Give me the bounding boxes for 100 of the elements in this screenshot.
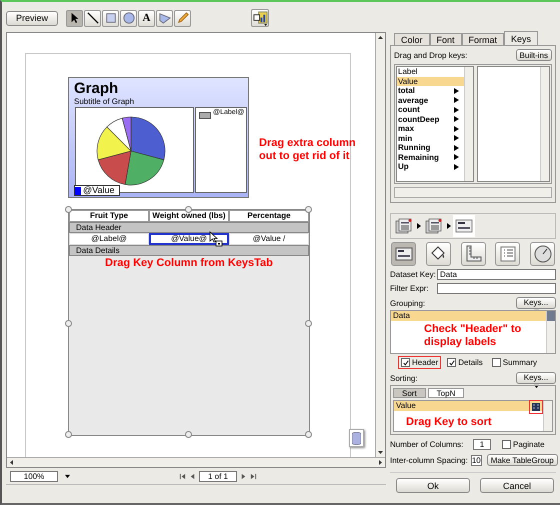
resize-handle[interactable]	[185, 206, 192, 213]
table-cell[interactable]: @Value /	[229, 233, 309, 245]
spacing-field[interactable]: 10	[470, 454, 482, 466]
horizontal-scrollbar[interactable]	[394, 187, 552, 198]
key-item[interactable]: Value	[397, 76, 464, 86]
chevron-icon	[417, 223, 421, 229]
resize-handle[interactable]	[65, 431, 72, 438]
band-view-button[interactable]	[391, 242, 416, 266]
columns-field[interactable]: 1	[473, 439, 491, 450]
checkbox[interactable]: Summary	[488, 356, 540, 369]
list-scrollbar[interactable]	[546, 311, 555, 353]
drag-cursor-icon	[209, 231, 223, 247]
next-page-icon[interactable]	[240, 472, 247, 480]
tab[interactable]: Color	[394, 33, 430, 45]
vertical-scrollbar[interactable]	[375, 33, 385, 457]
dial-view-button[interactable]	[530, 242, 555, 266]
sort-item[interactable]: Value	[394, 401, 543, 411]
filter-field[interactable]	[437, 283, 556, 294]
tab[interactable]: Sort	[393, 388, 426, 398]
keys-dropdown-button[interactable]: Keys...	[516, 297, 556, 309]
field-label: Filter Expr:	[390, 284, 430, 293]
path-item[interactable]	[453, 215, 475, 237]
line-tool-button[interactable]	[84, 10, 101, 26]
key-item[interactable]: max	[397, 124, 464, 134]
key-item[interactable]: countDeep	[397, 114, 464, 124]
sort-order-icon[interactable]	[529, 400, 543, 414]
checkbox-box[interactable]	[401, 358, 410, 367]
pointer-tool-button[interactable]	[66, 10, 83, 26]
pie-chart-drawing	[96, 116, 166, 186]
rectangle-tool-button[interactable]	[102, 10, 119, 26]
checkbox-box[interactable]	[447, 358, 456, 367]
key-item[interactable]: Running	[397, 143, 464, 152]
dropdown-arrow-icon[interactable]	[64, 474, 71, 478]
table-cell[interactable]: @Value@	[149, 233, 229, 245]
sort-key-label: Value	[396, 401, 416, 411]
ruler-view-button[interactable]	[460, 242, 486, 266]
band-icon	[455, 218, 473, 234]
first-page-icon[interactable]	[179, 472, 186, 480]
key-item[interactable]: Label	[397, 67, 464, 76]
resize-handle[interactable]	[185, 431, 192, 438]
page-field[interactable]: 1 of 1	[199, 470, 237, 482]
table-cell[interactable]: @Label@	[69, 233, 149, 245]
list-icon	[498, 245, 517, 263]
datasource-button[interactable]	[349, 429, 364, 447]
list-scrollbar[interactable]	[540, 67, 549, 181]
dialog-button[interactable]: Ok	[396, 478, 470, 493]
make-tablegroup-button[interactable]: Make TableGroup	[486, 454, 558, 466]
builtins-button[interactable]: Built-ins	[516, 49, 552, 61]
scroll-thumb[interactable]	[547, 311, 555, 321]
resize-handle[interactable]	[305, 320, 312, 327]
preview-button[interactable]: Preview	[6, 10, 58, 26]
insert-chart-button[interactable]	[251, 9, 269, 27]
pencil-tool-button[interactable]	[174, 10, 191, 26]
list-scrollbar[interactable]	[464, 67, 473, 181]
chevron-icon	[447, 223, 451, 229]
band-icon	[394, 245, 412, 263]
resize-handle[interactable]	[65, 320, 72, 327]
column-header: Weight owned (lbs)	[149, 210, 229, 222]
list-scrollbar[interactable]	[543, 401, 552, 431]
graph-subtitle: Subtitle of Graph	[74, 97, 134, 106]
highlighted-checkbox[interactable]: Header	[398, 356, 442, 369]
key-item[interactable]: average	[397, 96, 464, 105]
dialog-button[interactable]: Cancel	[480, 478, 554, 493]
tab[interactable]: Format	[462, 33, 504, 45]
resize-handle[interactable]	[305, 206, 312, 213]
band-header: Data Header	[69, 222, 309, 233]
pencil-icon	[176, 12, 188, 24]
key-item[interactable]: count	[397, 105, 464, 114]
annotation-note: Drag Key to sort	[406, 416, 492, 428]
checkbox-box[interactable]	[492, 358, 501, 367]
text-tool-button[interactable]: A	[138, 10, 155, 26]
key-item[interactable]: total	[397, 86, 464, 96]
previous-page-icon[interactable]	[189, 472, 196, 480]
circle-icon	[122, 12, 134, 24]
keys-label: Drag and Drop keys:	[394, 50, 468, 60]
checkbox-box[interactable]	[502, 440, 511, 449]
check-icon	[402, 360, 408, 366]
paint-view-button[interactable]	[426, 242, 451, 266]
tab[interactable]: Font	[430, 33, 462, 45]
polygon-tool-button[interactable]	[156, 10, 173, 26]
last-page-icon[interactable]	[250, 472, 257, 480]
tab[interactable]: Keys	[504, 31, 538, 45]
list-view-button[interactable]	[495, 242, 520, 266]
group-item[interactable]: Data	[391, 311, 546, 321]
gauge-icon	[534, 245, 552, 263]
tab[interactable]: TopN	[428, 388, 464, 398]
checkbox-label: Paginate	[513, 440, 545, 449]
column-header: Fruit Type	[69, 210, 149, 222]
checkbox[interactable]: Details	[444, 356, 486, 369]
dataset-key-field[interactable]: Data	[437, 269, 556, 280]
zoom-field[interactable]: 100%	[10, 470, 58, 482]
resize-handle[interactable]	[65, 206, 72, 213]
resize-handle[interactable]	[305, 431, 312, 438]
key-item[interactable]: min	[397, 134, 464, 143]
horizontal-scrollbar[interactable]	[7, 457, 385, 467]
band-header: Data Details	[69, 245, 309, 256]
key-item[interactable]: Remaining	[397, 152, 464, 162]
key-item[interactable]: Up	[397, 162, 464, 172]
checkbox-label: Details	[458, 358, 483, 367]
ellipse-tool-button[interactable]	[120, 10, 137, 26]
